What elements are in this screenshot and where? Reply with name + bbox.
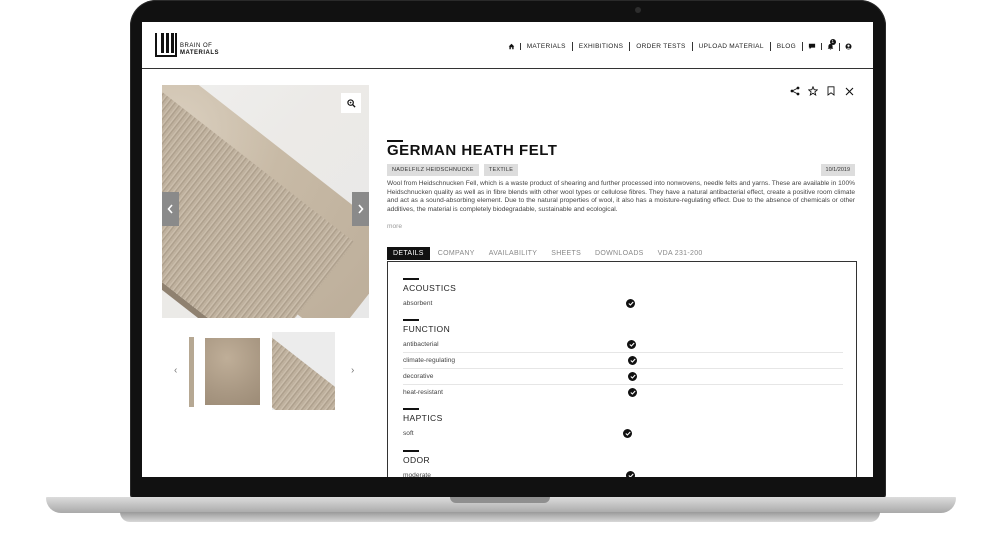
section-odor: ODOR moderate <box>403 450 843 477</box>
main-nav: MATERIALS EXHIBITIONS ORDER TESTS UPLOAD… <box>503 38 857 51</box>
notification-count: 1 <box>830 38 836 45</box>
material-main-image <box>162 85 369 318</box>
tab-downloads[interactable]: DOWNLOADS <box>589 247 650 260</box>
user-icon[interactable] <box>840 43 857 50</box>
material-description: Wool from Heidschnucken Fell, which is a… <box>387 180 855 213</box>
thumbnail-strip: ‹ › <box>162 332 369 412</box>
tab-vda[interactable]: VDA 231-200 <box>652 247 709 260</box>
gallery-prev-button[interactable] <box>162 192 179 226</box>
chevron-left-icon <box>167 204 173 214</box>
more-link[interactable]: more <box>387 223 402 230</box>
bookmark-icon[interactable] <box>825 85 837 97</box>
logo[interactable]: BRAIN OF MATERIALS <box>155 33 223 59</box>
nav-materials[interactable]: MATERIALS <box>521 42 573 51</box>
check-icon <box>628 356 637 365</box>
tag[interactable]: TEXTILE <box>483 164 519 176</box>
logo-mark <box>155 33 177 57</box>
logo-text: BRAIN OF MATERIALS <box>180 43 220 56</box>
chat-icon[interactable] <box>803 43 822 50</box>
property-row: heat-resistant <box>403 385 843 400</box>
details-panel: ACOUSTICS absorbent FUNCTION antibacteri… <box>387 261 857 477</box>
laptop-notch <box>450 497 550 503</box>
material-actions <box>789 85 855 97</box>
home-icon[interactable] <box>503 43 521 50</box>
check-icon <box>623 429 632 438</box>
laptop-base-bottom <box>120 512 880 522</box>
property-label: moderate <box>403 472 431 477</box>
property-label: heat-resistant <box>403 389 443 396</box>
property-row: moderate <box>403 468 843 477</box>
star-icon[interactable] <box>807 85 819 97</box>
tab-availability[interactable]: AVAILABILITY <box>483 247 543 260</box>
property-row: soft <box>403 426 843 441</box>
property-label: soft <box>403 430 414 437</box>
nav-order-tests[interactable]: ORDER TESTS <box>630 42 693 51</box>
nav-upload-material[interactable]: UPLOAD MATERIAL <box>693 42 771 51</box>
share-icon[interactable] <box>789 85 801 97</box>
thumbnail[interactable] <box>189 337 194 407</box>
property-label: climate-regulating <box>403 357 456 364</box>
check-icon <box>626 471 635 477</box>
section-title: ODOR <box>403 455 431 465</box>
thumb-prev-icon[interactable]: ‹ <box>174 365 177 376</box>
gallery-next-button[interactable] <box>352 192 369 226</box>
nav-exhibitions[interactable]: EXHIBITIONS <box>573 42 631 51</box>
check-icon <box>628 388 637 397</box>
section-title: HAPTICS <box>403 413 443 423</box>
screen: BRAIN OF MATERIALS MATERIALS EXHIBITIONS… <box>142 22 873 477</box>
tabs: DETAILS COMPANY AVAILABILITY SHEETS DOWN… <box>387 247 711 260</box>
camera <box>635 7 641 13</box>
section-haptics: HAPTICS soft <box>403 408 843 441</box>
check-icon <box>626 299 635 308</box>
check-icon <box>627 340 636 349</box>
close-icon[interactable] <box>843 85 855 97</box>
material-tags: NADELFILZ HEIDSCHNUCKE TEXTILE <box>387 164 519 176</box>
material-title: GERMAN HEATH FELT <box>387 142 558 159</box>
zoom-button[interactable] <box>341 93 361 113</box>
chevron-right-icon <box>358 204 364 214</box>
property-row: antibacterial <box>403 337 843 353</box>
tab-company[interactable]: COMPANY <box>432 247 481 260</box>
tab-sheets[interactable]: SHEETS <box>545 247 587 260</box>
section-function: FUNCTION antibacterial climate-regulatin… <box>403 319 843 400</box>
property-row: climate-regulating <box>403 353 843 369</box>
check-icon <box>628 372 637 381</box>
tag[interactable]: NADELFILZ HEIDSCHNUCKE <box>387 164 479 176</box>
property-row: decorative <box>403 369 843 385</box>
property-label: absorbent <box>403 300 433 307</box>
magnifier-icon <box>346 98 356 108</box>
thumbnail[interactable] <box>205 338 260 405</box>
property-label: decorative <box>403 373 434 380</box>
property-label: antibacterial <box>403 341 439 348</box>
property-row: absorbent <box>403 296 843 311</box>
section-title: ACOUSTICS <box>403 283 457 293</box>
nav-blog[interactable]: BLOG <box>771 42 803 51</box>
thumb-next-icon[interactable]: › <box>351 365 354 376</box>
header: BRAIN OF MATERIALS MATERIALS EXHIBITIONS… <box>142 22 873 69</box>
tab-details[interactable]: DETAILS <box>387 247 430 260</box>
bell-icon[interactable]: 1 <box>822 38 840 51</box>
material-date: 10/1/2019 <box>820 164 855 176</box>
section-title: FUNCTION <box>403 324 451 334</box>
section-acoustics: ACOUSTICS absorbent <box>403 278 843 311</box>
thumbnail[interactable] <box>272 332 335 410</box>
